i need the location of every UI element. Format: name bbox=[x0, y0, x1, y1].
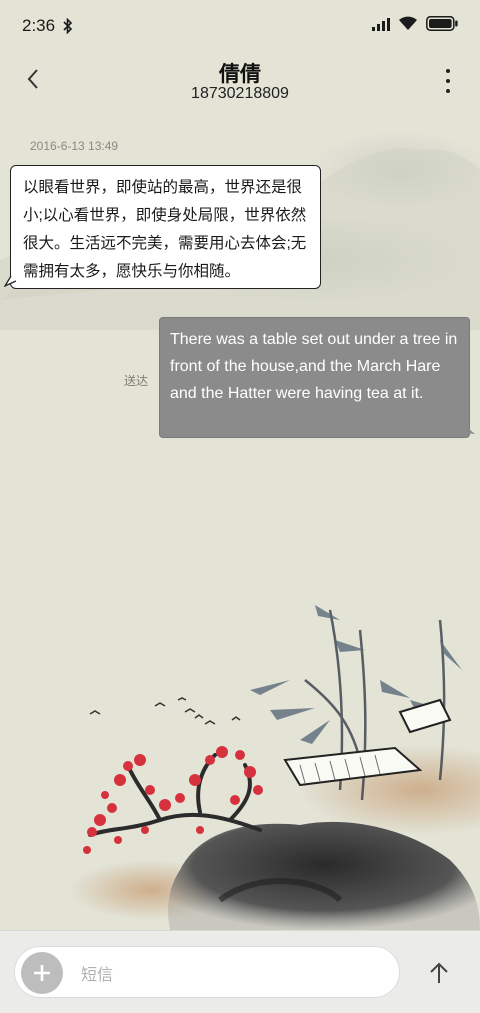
message-input-container bbox=[14, 946, 400, 998]
composer-bar bbox=[0, 930, 480, 1013]
status-time: 2:36 bbox=[22, 16, 56, 35]
send-button[interactable] bbox=[424, 958, 454, 988]
plus-icon bbox=[34, 965, 50, 981]
arrow-up-icon bbox=[430, 962, 448, 983]
conversation-header: 倩倩 18730218809 bbox=[0, 52, 480, 112]
outgoing-message-text: There was a table set out under a tree i… bbox=[170, 331, 458, 402]
message-timestamp: 2016-6-13 13:49 bbox=[30, 139, 119, 153]
outgoing-bubble-tail bbox=[463, 424, 475, 434]
incoming-message-bubble[interactable]: 以眼看世界，即使站的最高，世界还是很小;以心看世界，即使身处局限，世界依然很大。… bbox=[10, 165, 321, 289]
bluetooth-icon bbox=[63, 18, 73, 34]
more-dot bbox=[446, 89, 450, 93]
contact-name: 倩倩 bbox=[219, 63, 261, 86]
status-indicators bbox=[372, 16, 458, 36]
more-options-button[interactable] bbox=[438, 66, 458, 96]
more-vertical-icon bbox=[446, 69, 450, 73]
status-bar: 2:36 bbox=[0, 0, 480, 52]
incoming-bubble-tail bbox=[4, 276, 17, 288]
battery-icon bbox=[426, 16, 458, 36]
incoming-message-text: 以眼看世界，即使站的最高，世界还是很小;以心看世界，即使身处局限，世界依然很大。… bbox=[23, 179, 307, 280]
delivery-status: 送达 bbox=[124, 374, 149, 388]
outgoing-message-bubble[interactable]: There was a table set out under a tree i… bbox=[159, 317, 470, 438]
signal-icon bbox=[372, 16, 390, 36]
wifi-icon bbox=[398, 16, 418, 36]
add-attachment-button[interactable] bbox=[21, 952, 63, 994]
contact-number: 18730218809 bbox=[191, 85, 289, 102]
more-dot bbox=[446, 79, 450, 83]
message-input[interactable] bbox=[81, 962, 381, 986]
